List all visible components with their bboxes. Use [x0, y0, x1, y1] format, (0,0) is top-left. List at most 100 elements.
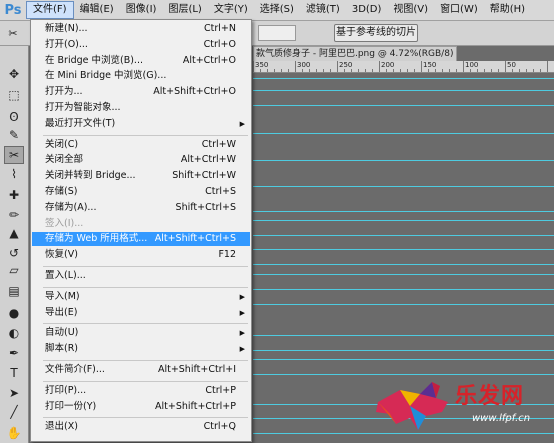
guide-line[interactable]	[253, 304, 554, 305]
menu-item-shortcut: Shift+Ctrl+W	[172, 170, 236, 182]
menu-bar: Ps 文件(F) 编辑(E) 图像(I) 图层(L) 文字(Y) 选择(S) 滤镜(T) 3D…	[0, 0, 554, 21]
menu-item-shortcut: Ctrl+W	[201, 138, 236, 150]
menu-item-shortcut: Alt+Shift+Ctrl+P	[155, 400, 236, 412]
file-menu-item[interactable]: 置入(L)...	[32, 269, 250, 283]
blur-icon[interactable]: ●	[4, 304, 24, 322]
menu-6[interactable]: 滤镜(T)	[300, 2, 346, 18]
ruler-tick	[351, 69, 352, 72]
file-menu-item[interactable]: 打开(O)... Ctrl+O	[32, 38, 250, 52]
marquee-icon[interactable]: ⬚	[4, 86, 24, 104]
move-icon[interactable]: ✥	[4, 65, 24, 83]
ruler-label: 300	[297, 61, 311, 69]
eraser-icon[interactable]: ▱	[4, 261, 24, 279]
slice-icon[interactable]: ✂	[4, 146, 24, 164]
path-select-icon[interactable]: ➤	[4, 384, 24, 402]
menu-item-shortcut: Ctrl+S	[205, 186, 236, 197]
history-brush-icon[interactable]: ↺	[4, 244, 24, 262]
guide-line[interactable]	[253, 235, 554, 236]
menu-item-label: 打开(O)...	[45, 38, 88, 50]
guide-line[interactable]	[253, 289, 554, 290]
guide-line[interactable]	[253, 211, 554, 212]
file-menu-item[interactable]: 导出(E) ▶	[32, 306, 250, 320]
type-icon[interactable]: T	[4, 364, 24, 382]
menu-4[interactable]: 文字(Y)	[208, 2, 254, 18]
file-menu-item[interactable]: 存储(S) Ctrl+S	[32, 185, 250, 199]
ruler-tick	[400, 69, 401, 72]
guide-line[interactable]	[253, 105, 554, 106]
slices-from-guides-button[interactable]: 基于参考线的切片	[334, 24, 418, 42]
ruler-tick	[435, 69, 436, 72]
file-menu-item[interactable]: 导入(M) ▶	[32, 290, 250, 304]
menu-7[interactable]: 3D(D)	[346, 2, 388, 18]
guide-line[interactable]	[253, 220, 554, 221]
guide-line[interactable]	[253, 274, 554, 275]
file-menu-item[interactable]: 自动(U) ▶	[32, 326, 250, 340]
menu-item-shortcut: Alt+Shift+Ctrl+S	[154, 233, 236, 245]
clone-stamp-icon[interactable]: ▲	[4, 224, 24, 242]
menu-1[interactable]: 编辑(E)	[74, 2, 120, 18]
guide-line[interactable]	[253, 249, 554, 250]
document-tab[interactable]: 款气质修身子 - 阿里巴巴.png @ 4.72%(RGB/8) *	[253, 46, 457, 61]
file-menu-item[interactable]: 存储为(A)... Shift+Ctrl+S	[32, 201, 250, 215]
ruler-tick	[330, 69, 331, 72]
eyedropper-icon[interactable]: ⌇	[4, 165, 24, 183]
menu-3[interactable]: 图层(L)	[162, 2, 207, 18]
quick-select-icon[interactable]: ✎	[4, 126, 24, 144]
file-menu-item[interactable]: 退出(X) Ctrl+Q	[32, 420, 250, 434]
pen-icon[interactable]: ✒	[4, 344, 24, 362]
guide-line[interactable]	[253, 133, 554, 134]
file-menu-item[interactable]: 关闭(C) Ctrl+W	[32, 138, 250, 152]
dodge-icon[interactable]: ◐	[4, 324, 24, 342]
menu-9[interactable]: 窗口(W)	[434, 2, 484, 18]
file-menu-item[interactable]: 新建(N)... Ctrl+N	[32, 22, 250, 36]
ruler-tick	[526, 69, 527, 72]
ruler-tick	[414, 69, 415, 72]
ruler-tick	[274, 69, 275, 72]
guide-line[interactable]	[253, 264, 554, 265]
file-menu-item[interactable]: 打印一份(Y) Alt+Shift+Ctrl+P	[32, 400, 250, 414]
menu-item-label: 存储(S)	[45, 186, 78, 197]
file-menu-item[interactable]: 在 Bridge 中浏览(B)... Alt+Ctrl+O	[32, 54, 250, 68]
menu-item-label: 在 Bridge 中浏览(B)...	[45, 54, 143, 66]
guide-line[interactable]	[253, 78, 554, 79]
menu-10[interactable]: 帮助(H)	[484, 2, 531, 18]
menu-item-label: 打印一份(Y)	[45, 400, 97, 412]
menu-5[interactable]: 选择(S)	[254, 2, 300, 18]
ruler-tick	[498, 69, 499, 72]
guide-line[interactable]	[253, 160, 554, 161]
ruler-tick	[505, 61, 506, 72]
lasso-icon[interactable]: ʘ	[4, 108, 24, 126]
file-menu-item[interactable]: 打印(P)... Ctrl+P	[32, 384, 250, 398]
file-menu-item[interactable]: 恢复(V) F12	[32, 248, 250, 262]
file-menu-item[interactable]: 文件简介(F)... Alt+Shift+Ctrl+I	[32, 363, 250, 377]
menu-8[interactable]: 视图(V)	[387, 2, 434, 18]
menu-separator	[43, 134, 248, 136]
file-menu-item[interactable]: 关闭全部 Alt+Ctrl+W	[32, 153, 250, 167]
ruler-tick	[358, 69, 359, 72]
brush-icon[interactable]: ✏	[4, 206, 24, 224]
slice-tool-preset-icon[interactable]: ✂	[3, 24, 23, 42]
menu-item-label: 打印(P)...	[45, 384, 87, 396]
hand-icon[interactable]: ✋	[4, 424, 24, 442]
healing-brush-icon[interactable]: ✚	[4, 186, 24, 204]
file-menu-item[interactable]: 打开为智能对象...	[32, 101, 250, 115]
file-menu-item[interactable]: 在 Mini Bridge 中浏览(G)...	[32, 69, 250, 83]
gradient-icon[interactable]: ▤	[4, 282, 24, 300]
file-menu-item[interactable]: 关闭并转到 Bridge... Shift+Ctrl+W	[32, 169, 250, 183]
guide-line[interactable]	[253, 350, 554, 351]
guide-line[interactable]	[253, 335, 554, 336]
guide-line[interactable]	[253, 359, 554, 360]
file-menu-item[interactable]: 最近打开文件(T) ▶	[32, 117, 250, 131]
file-menu-item[interactable]: 脚本(R) ▶	[32, 342, 250, 356]
line-icon[interactable]: ╱	[4, 403, 24, 421]
menu-0[interactable]: 文件(F)	[26, 1, 74, 19]
menu-item-shortcut: F12	[218, 249, 236, 261]
menu-item-label: 自动(U)	[45, 327, 79, 339]
guide-line[interactable]	[253, 90, 554, 91]
file-menu-item[interactable]: 打开为... Alt+Shift+Ctrl+O	[32, 85, 250, 99]
options-field[interactable]	[258, 25, 296, 41]
file-menu-item[interactable]: 存储为 Web 所用格式... Alt+Shift+Ctrl+S	[32, 232, 250, 247]
menu-2[interactable]: 图像(I)	[120, 2, 163, 18]
ruler-tick	[344, 69, 345, 72]
guide-line[interactable]	[253, 186, 554, 187]
